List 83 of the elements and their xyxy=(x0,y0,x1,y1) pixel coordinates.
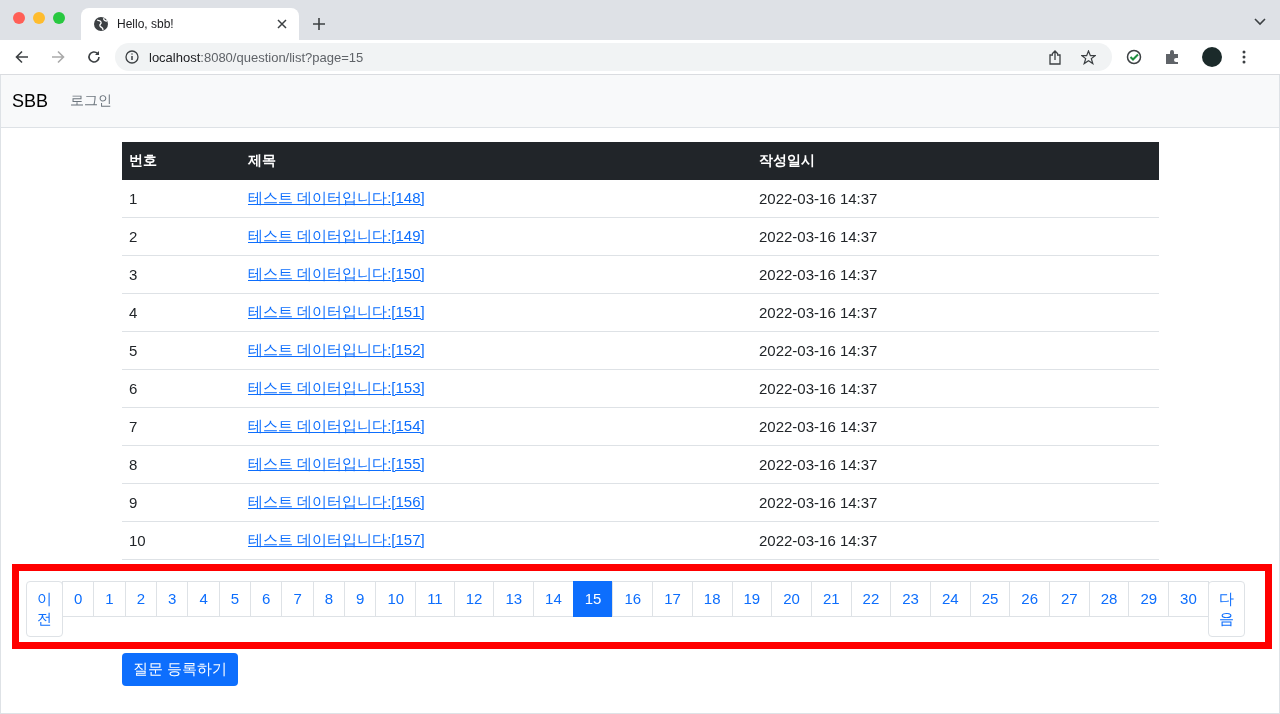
page-number-button[interactable]: 26 xyxy=(1009,581,1050,617)
info-icon xyxy=(125,50,139,64)
page-number-button[interactable]: 0 xyxy=(62,581,95,617)
previous-page-button[interactable]: 이전 xyxy=(26,581,63,637)
page-number-button[interactable]: 21 xyxy=(810,581,852,617)
page-number-button[interactable]: 16 xyxy=(612,581,654,617)
close-icon[interactable] xyxy=(277,19,287,29)
share-icon[interactable] xyxy=(1049,49,1061,65)
question-link[interactable]: 테스트 데이터입니다:[152] xyxy=(248,341,425,358)
table-cell: 2022-03-16 14:37 xyxy=(752,369,1159,408)
table-cell: 2022-03-16 14:37 xyxy=(752,217,1159,256)
table-cell: 10 xyxy=(122,521,241,560)
page-number-button[interactable]: 14 xyxy=(533,581,574,617)
table-cell: 2022-03-16 14:37 xyxy=(752,445,1159,484)
page-number-button[interactable]: 1 xyxy=(93,581,126,617)
question-link[interactable]: 테스트 데이터입니다:[149] xyxy=(248,227,425,244)
next-page-button[interactable]: 다음 xyxy=(1207,581,1245,637)
more-menu-icon[interactable] xyxy=(1242,50,1246,64)
page-number-button[interactable]: 11 xyxy=(415,581,455,617)
page-number-button[interactable]: 29 xyxy=(1128,581,1170,617)
table-cell: 2022-03-16 14:37 xyxy=(752,331,1159,370)
table-cell: 2022-03-16 14:37 xyxy=(752,255,1159,294)
page-number-button[interactable]: 23 xyxy=(890,581,931,617)
reload-icon[interactable] xyxy=(87,50,101,64)
page-number-button[interactable]: 30 xyxy=(1168,581,1209,617)
table-cell: 6 xyxy=(122,369,241,408)
page-number-button[interactable]: 27 xyxy=(1049,581,1090,617)
page-number-button[interactable]: 3 xyxy=(156,581,189,617)
page-number-button[interactable]: 19 xyxy=(731,581,773,617)
page-number-button[interactable]: 17 xyxy=(652,581,693,617)
table-cell: 1 xyxy=(122,180,241,218)
login-link[interactable]: 로그인 xyxy=(70,92,113,110)
profile-avatar[interactable] xyxy=(1202,47,1222,67)
table-cell: 7 xyxy=(122,407,241,446)
tab-title: Hello, sbb! xyxy=(117,17,175,31)
column-header: 번호 xyxy=(122,142,241,180)
question-link[interactable]: 테스트 데이터입니다:[153] xyxy=(248,379,425,396)
back-arrow-icon[interactable] xyxy=(15,50,29,64)
question-link[interactable]: 테스트 데이터입니다:[156] xyxy=(248,493,425,510)
question-link[interactable]: 테스트 데이터입니다:[150] xyxy=(248,265,425,282)
column-header: 작성일시 xyxy=(752,142,1159,180)
address-bar[interactable]: localhost:8080/question/list?page=15 xyxy=(115,43,1112,71)
table-cell: 2022-03-16 14:37 xyxy=(752,407,1159,446)
brand-link[interactable]: SBB xyxy=(12,90,49,112)
table-cell: 9 xyxy=(122,483,241,522)
column-header: 제목 xyxy=(241,142,752,180)
question-link[interactable]: 테스트 데이터입니다:[157] xyxy=(248,531,425,548)
table-cell: 8 xyxy=(122,445,241,484)
page-number-button[interactable]: 25 xyxy=(969,581,1011,617)
browser-tab[interactable]: Hello, sbb! xyxy=(81,8,299,40)
page-number-button[interactable]: 18 xyxy=(691,581,733,617)
question-link[interactable]: 테스트 데이터입니다:[155] xyxy=(248,455,425,472)
page-number-button[interactable]: 10 xyxy=(375,581,417,617)
question-link[interactable]: 테스트 데이터입니다:[148] xyxy=(248,189,425,206)
table-cell: 2022-03-16 14:37 xyxy=(752,293,1159,332)
table-cell: 3 xyxy=(122,255,241,294)
page-number-button[interactable]: 28 xyxy=(1088,581,1130,617)
question-link[interactable]: 테스트 데이터입니다:[154] xyxy=(248,417,425,434)
page-number-button[interactable]: 6 xyxy=(250,581,283,617)
chevron-down-icon[interactable] xyxy=(1254,18,1266,26)
globe-icon xyxy=(93,16,109,32)
create-question-button[interactable]: 질문 등록하기 xyxy=(122,653,239,686)
star-icon[interactable] xyxy=(1081,49,1096,65)
new-tab-icon[interactable] xyxy=(313,18,325,30)
table-cell: 2 xyxy=(122,217,241,256)
check-circle-icon[interactable] xyxy=(1126,49,1142,65)
page-number-button[interactable]: 24 xyxy=(929,581,971,617)
page-number-button[interactable]: 22 xyxy=(850,581,892,617)
question-link[interactable]: 테스트 데이터입니다:[151] xyxy=(248,303,425,320)
table-cell: 4 xyxy=(122,293,241,332)
page-number-button[interactable]: 20 xyxy=(771,581,812,617)
table-cell: 2022-03-16 14:37 xyxy=(752,521,1159,560)
page-number-button[interactable]: 13 xyxy=(493,581,535,617)
table-cell: 2022-03-16 14:37 xyxy=(752,483,1159,522)
table-cell: 2022-03-16 14:37 xyxy=(752,180,1159,218)
page-number-button[interactable]: 15 xyxy=(572,581,614,617)
url-text: localhost:8080/question/list?page=15 xyxy=(149,49,364,65)
puzzle-icon[interactable] xyxy=(1164,49,1180,65)
page-number-button[interactable]: 7 xyxy=(281,581,314,617)
page-number-button[interactable]: 12 xyxy=(453,581,495,617)
table-cell: 5 xyxy=(122,331,241,370)
page-number-button[interactable]: 9 xyxy=(344,581,377,617)
page-number-button[interactable]: 4 xyxy=(187,581,220,617)
